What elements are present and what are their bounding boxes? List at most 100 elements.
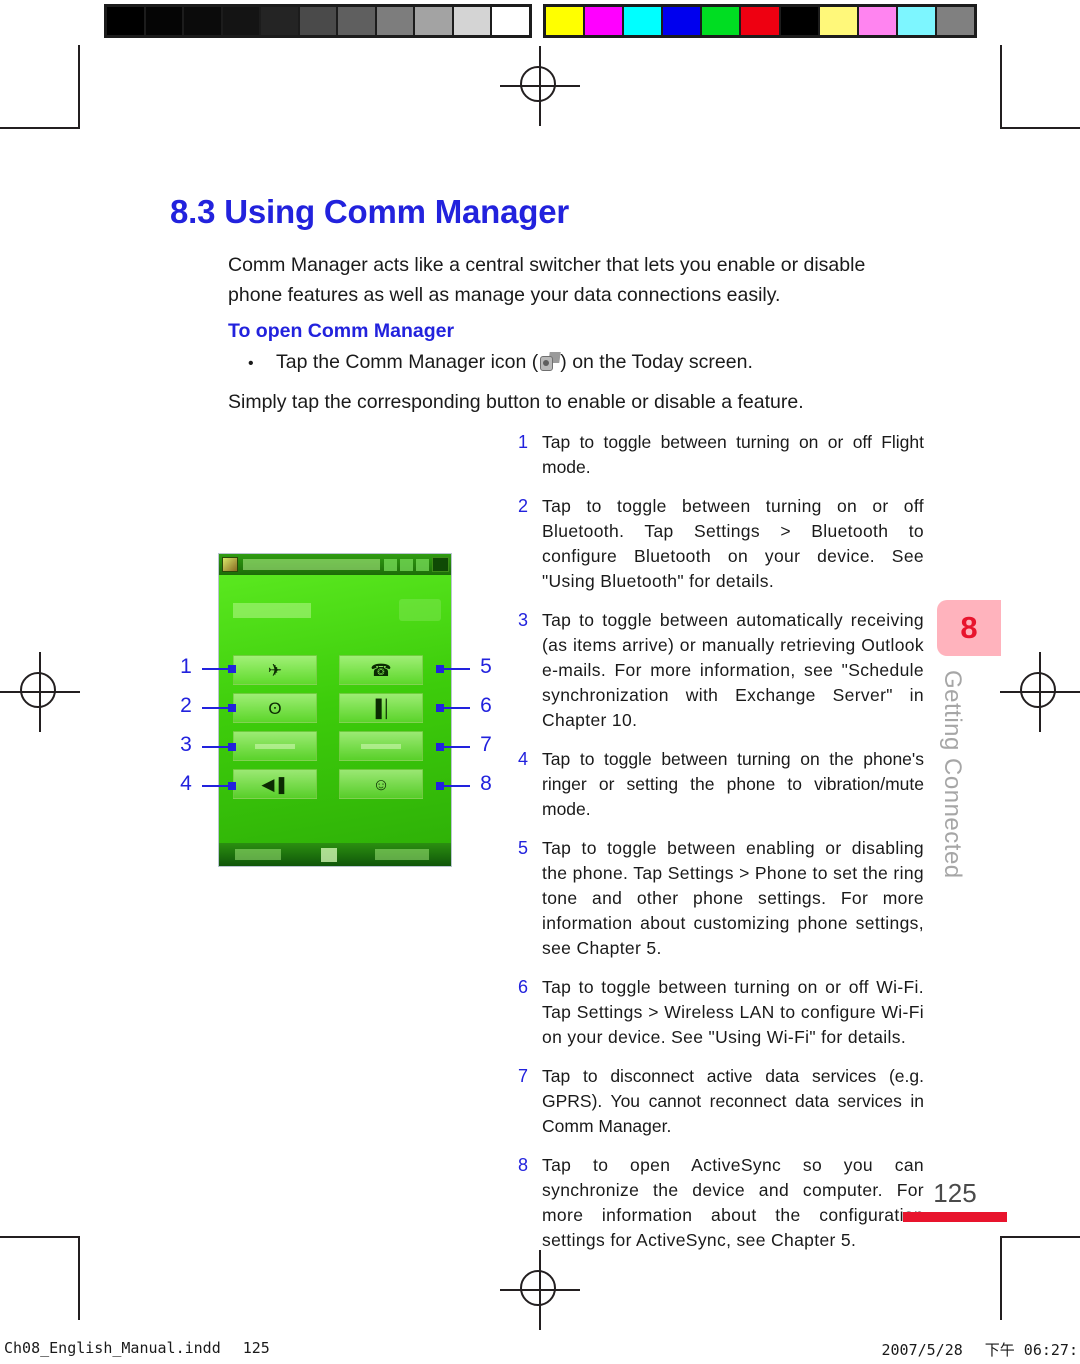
device-button-activesync: ☺ <box>339 769 423 799</box>
callout-number-1: 1 <box>180 655 192 678</box>
step-text: Tap to open ActiveSync so you can synchr… <box>542 1155 924 1250</box>
step-number: 8 <box>518 1155 529 1175</box>
callout-leader-1 <box>202 665 236 673</box>
page-number: 125 <box>933 1178 977 1208</box>
crop-mark-bottom-right <box>1000 1236 1080 1320</box>
step-item: 3 Tap to toggle between automatically re… <box>518 608 924 733</box>
callout-number-6: 6 <box>480 694 492 717</box>
callout-number-8: 8 <box>480 772 492 795</box>
device-button-activesync-push <box>233 731 317 761</box>
device-title-bar <box>219 554 451 575</box>
device-screen-heading-graphic <box>399 599 441 621</box>
callout-number-3: 3 <box>180 733 192 756</box>
device-button-flight-mode: ✈ <box>233 655 317 685</box>
color-patch-2 <box>624 7 664 35</box>
registration-mark-left <box>0 652 80 732</box>
device-screen-heading <box>233 603 311 618</box>
airplane-icon: ✈ <box>267 660 283 680</box>
intro-paragraph: Comm Manager acts like a central switche… <box>228 254 866 306</box>
speaker-icon: ◀❚ <box>261 774 289 794</box>
callout-leader-7 <box>436 743 470 751</box>
subheading-to-open-comm-manager: To open Comm Manager <box>228 320 455 342</box>
grayscale-patch-3 <box>222 7 262 35</box>
callout-number-5: 5 <box>480 655 492 678</box>
callout-leader-6 <box>436 704 470 712</box>
bullet-marker: • <box>248 355 254 372</box>
numbered-step-list: 1 Tap to toggle between turning on or of… <box>518 430 924 1267</box>
crop-mark-top-left <box>0 45 80 129</box>
device-button-bluetooth: ʘ <box>233 693 317 723</box>
bullet-item: • Tap the Comm Manager icon () on the To… <box>248 348 928 378</box>
step-text: Tap to toggle between turning on or off … <box>542 496 924 591</box>
device-soft-key-right <box>375 849 429 860</box>
step-item: 2 Tap to toggle between turning on or of… <box>518 494 924 594</box>
color-patch-9 <box>897 7 937 35</box>
step-text: Tap to disconnect active data services (… <box>542 1066 924 1136</box>
step-number: 1 <box>518 432 529 452</box>
step-item: 6 Tap to toggle between turning on or of… <box>518 975 924 1050</box>
grayscale-patch-2 <box>184 7 223 35</box>
callout-number-7: 7 <box>480 733 492 756</box>
footer-filename-block: Ch08_English_Manual.indd 125 <box>4 1339 270 1357</box>
callout-leader-4 <box>202 782 236 790</box>
device-start-icon <box>222 557 238 572</box>
device-title-text <box>243 559 380 570</box>
callout-number-2: 2 <box>180 694 192 717</box>
step-text: Tap to toggle between turning on or off … <box>542 977 924 1047</box>
device-button-phone: ☎ <box>339 655 423 685</box>
footer-page: 125 <box>242 1339 270 1357</box>
grayscale-patch-1 <box>145 7 185 35</box>
color-patch-6 <box>780 7 820 35</box>
step-text: Tap to toggle between automatically rece… <box>542 610 924 730</box>
step-item: 5 Tap to toggle between enabling or disa… <box>518 836 924 961</box>
device-button-label-blank <box>255 743 295 749</box>
footer-date: 2007/5/28 <box>881 1341 963 1359</box>
comm-manager-screenshot: ✈ ʘ ◀❚ ☎ ▐│ ☺ <box>218 553 452 867</box>
device-soft-key-bar <box>219 843 451 866</box>
device-screen-body: ✈ ʘ ◀❚ ☎ ▐│ ☺ <box>219 575 451 843</box>
device-button-ringer: ◀❚ <box>233 769 317 799</box>
lead-in-paragraph: Simply tap the corresponding button to e… <box>228 391 804 413</box>
color-patch-4 <box>702 7 742 35</box>
grayscale-patch-7 <box>376 7 416 35</box>
device-button-label-blank <box>361 743 401 749</box>
grayscale-patch-8 <box>415 7 454 35</box>
step-item: 7 Tap to disconnect active data services… <box>518 1064 924 1139</box>
device-soft-key-left <box>235 849 281 860</box>
grayscale-patch-0 <box>107 7 146 35</box>
color-patch-7 <box>819 7 859 35</box>
color-patch-3 <box>663 7 703 35</box>
wifi-icon: ▐│ <box>369 698 393 718</box>
bullet-text-suffix: ) on the Today screen. <box>560 351 753 373</box>
device-status-icon-1 <box>384 558 397 571</box>
registration-mark-right <box>1000 652 1080 732</box>
callout-leader-2 <box>202 704 236 712</box>
page-title: 8.3 Using Comm Manager <box>170 193 570 230</box>
step-text: Tap to toggle between turning on or off … <box>542 432 924 477</box>
color-patch-5 <box>741 7 781 35</box>
device-status-icon-2 <box>400 558 413 571</box>
step-item: 8 Tap to open ActiveSync so you can sync… <box>518 1153 924 1253</box>
device-soft-key-center <box>321 847 337 862</box>
color-patch-0 <box>546 7 586 35</box>
callout-number-4: 4 <box>180 772 192 795</box>
color-calibration-bar <box>543 4 977 38</box>
chapter-number: 8 <box>960 610 978 645</box>
crop-mark-bottom-left <box>0 1236 80 1320</box>
grayscale-patch-6 <box>338 7 377 35</box>
footer-timestamp-block: 2007/5/28 下午 06:27: <box>882 1339 1079 1360</box>
footer-filename: Ch08_English_Manual.indd <box>4 1339 221 1357</box>
device-close-icon <box>432 557 449 572</box>
device-button-wifi: ▐│ <box>339 693 423 723</box>
color-patch-1 <box>585 7 625 35</box>
step-number: 4 <box>518 749 529 769</box>
step-number: 6 <box>518 977 529 997</box>
color-patch-8 <box>858 7 898 35</box>
step-number: 7 <box>518 1066 529 1086</box>
step-item: 4 Tap to toggle between turning on the p… <box>518 747 924 822</box>
registration-mark-top <box>500 46 580 126</box>
crop-mark-top-right <box>1000 45 1080 129</box>
step-number: 2 <box>518 496 529 516</box>
step-number: 5 <box>518 838 529 858</box>
step-item: 1 Tap to toggle between turning on or of… <box>518 430 924 480</box>
